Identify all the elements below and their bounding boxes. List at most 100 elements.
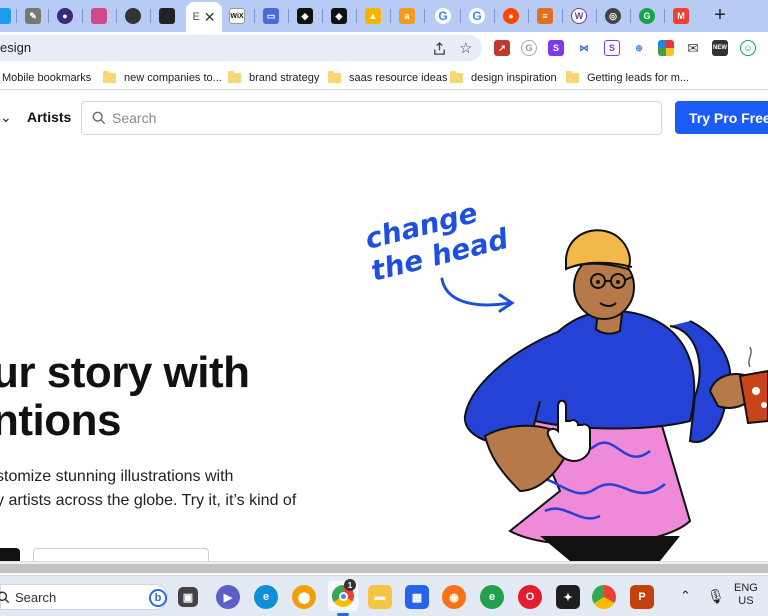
chrome-icon: ◎ [605,8,621,24]
search-icon [92,111,106,125]
address-bar[interactable]: esign ☆ [0,35,482,61]
tab-15[interactable]: G [462,4,492,28]
bookmark-icon: ≡ [537,8,553,24]
tab-18[interactable]: W [564,4,594,28]
bookmark-mobile[interactable]: Mobile bookmarks [2,70,91,86]
hero-illustration: change the head [362,196,768,561]
try-pro-free-button[interactable]: Try Pro Free [675,101,768,134]
bookmark-folder[interactable]: design inspiration [450,70,557,86]
close-icon[interactable]: ✕ [204,9,216,26]
arrow-icon [440,277,512,307]
edge-dev-icon[interactable]: e [480,585,504,609]
firefox-icon[interactable]: ◉ [442,585,466,609]
horizontal-scrollbar[interactable] [0,561,768,574]
avatar-icon [159,8,175,24]
taskbar-search[interactable]: Search b [0,584,168,610]
tab-strip: ✎ ● E ✕ WiX ▭ ◆ ◆ ▲ a G G ● ≡ W ◎ G M + [0,0,768,32]
chrome-notification-badge: 1 [344,579,356,591]
opera-icon[interactable]: O [518,585,542,609]
tab-5[interactable] [118,4,148,28]
s-extension-icon[interactable]: S [548,40,564,56]
new-tab-button[interactable]: + [710,5,730,26]
feather-icon: ✎ [25,8,41,24]
tab-3[interactable]: ● [50,4,80,28]
owl-icon: ● [57,8,73,24]
twitter-icon [0,8,11,24]
star-icon[interactable]: ☆ [459,39,472,57]
figma-icon[interactable]: ✦ [556,585,580,609]
tab-13[interactable]: a [392,4,422,28]
search-input[interactable] [112,108,632,128]
tab-active[interactable]: E ✕ [186,2,222,32]
microphone-icon[interactable]: 🎙 [707,588,725,605]
reddit-icon: ● [503,8,519,24]
nav-artists-link[interactable]: Artists [27,109,71,125]
google-icon: G [435,8,451,24]
store-icon[interactable]: ▦ [405,585,429,609]
bookmark-folder[interactable]: brand strategy [228,70,319,86]
share-icon[interactable] [432,41,447,56]
bookmark-folder[interactable]: saas resource ideas [328,70,447,86]
pdf-extension-icon[interactable]: ↗ [494,40,510,56]
bing-icon[interactable]: b [149,589,167,607]
tab-6[interactable] [152,4,182,28]
search-icon [0,591,10,604]
primary-cta-button[interactable] [0,548,20,561]
secondary-cta-button[interactable] [33,548,209,561]
folder-icon [566,71,579,83]
amazon-icon: a [399,8,415,24]
hero-subtitle: stomize stunning illustrations with y ar… [0,468,297,509]
profile-extension-icon[interactable]: ☺ [740,40,756,56]
chrome-profile-icon[interactable] [592,585,616,609]
tab-4[interactable] [84,4,114,28]
tab-17[interactable]: ≡ [530,4,560,28]
seo-extension-icon[interactable]: S [604,40,620,56]
tab-16[interactable]: ● [496,4,526,28]
color-extension-icon[interactable] [658,40,674,56]
taskbar-search-label: Search [15,590,57,605]
gmail-icon: M [673,8,689,24]
mail-icon: ▭ [263,8,279,24]
tab-8[interactable]: WiX [222,4,252,28]
tab-21[interactable]: M [666,4,696,28]
wix-icon: WiX [229,8,245,24]
powerpoint-icon[interactable]: P [630,585,654,609]
avatar-icon [125,8,141,24]
new-extension-icon[interactable]: NEW [712,40,728,56]
diamond-icon: ◆ [297,8,313,24]
vpn-icon[interactable]: ⬤ [292,585,316,609]
mail-extension-icon[interactable]: ✉ [685,40,701,56]
folder-icon [228,71,241,83]
chevron-down-icon[interactable]: ⌄ [0,109,12,126]
tab-10[interactable]: ◆ [290,4,320,28]
analytics-extension-icon[interactable]: ⋈ [576,40,592,56]
bookmark-folder[interactable]: Getting leads for m... [566,70,689,86]
folder-icon [103,71,116,83]
tab-9[interactable]: ▭ [256,4,286,28]
tab-2[interactable]: ✎ [18,4,48,28]
web-page: ⌄ Artists Try Pro Free change the head [0,91,768,561]
chevron-up-icon[interactable]: ⌃ [680,588,691,604]
task-view-icon[interactable]: ▣ [178,587,198,607]
google-icon: G [469,8,485,24]
translate-extension-icon[interactable]: ⊕ [631,40,647,56]
search-bar[interactable] [81,101,662,135]
tab-19[interactable]: ◎ [598,4,628,28]
address-text: esign [0,40,32,55]
tab-14[interactable]: G [428,4,458,28]
bookmark-folder[interactable]: new companies to... [103,70,222,86]
scrollbar-thumb[interactable] [0,564,768,573]
file-explorer-icon[interactable]: ▬ [368,585,392,609]
taskbar: Search b ▣ ▶ e ⬤ 1 ▬ ▦ ◉ e O ✦ P ⌃ 🎙 ENG… [0,575,768,616]
tab-11[interactable]: ◆ [324,4,354,28]
chat-icon[interactable]: ▶ [216,585,240,609]
edge-icon[interactable]: e [254,585,278,609]
tab-12[interactable]: ▲ [358,4,388,28]
grammarly-icon: G [639,8,655,24]
mascot-icon [91,8,107,24]
chrome-app-icon[interactable]: 1 [328,579,358,611]
grammar-extension-icon[interactable]: G [521,40,537,56]
bookmarks-bar: Mobile bookmarks new companies to... bra… [0,64,768,90]
tab-20[interactable]: G [632,4,662,28]
language-indicator[interactable]: ENG US [734,582,758,608]
